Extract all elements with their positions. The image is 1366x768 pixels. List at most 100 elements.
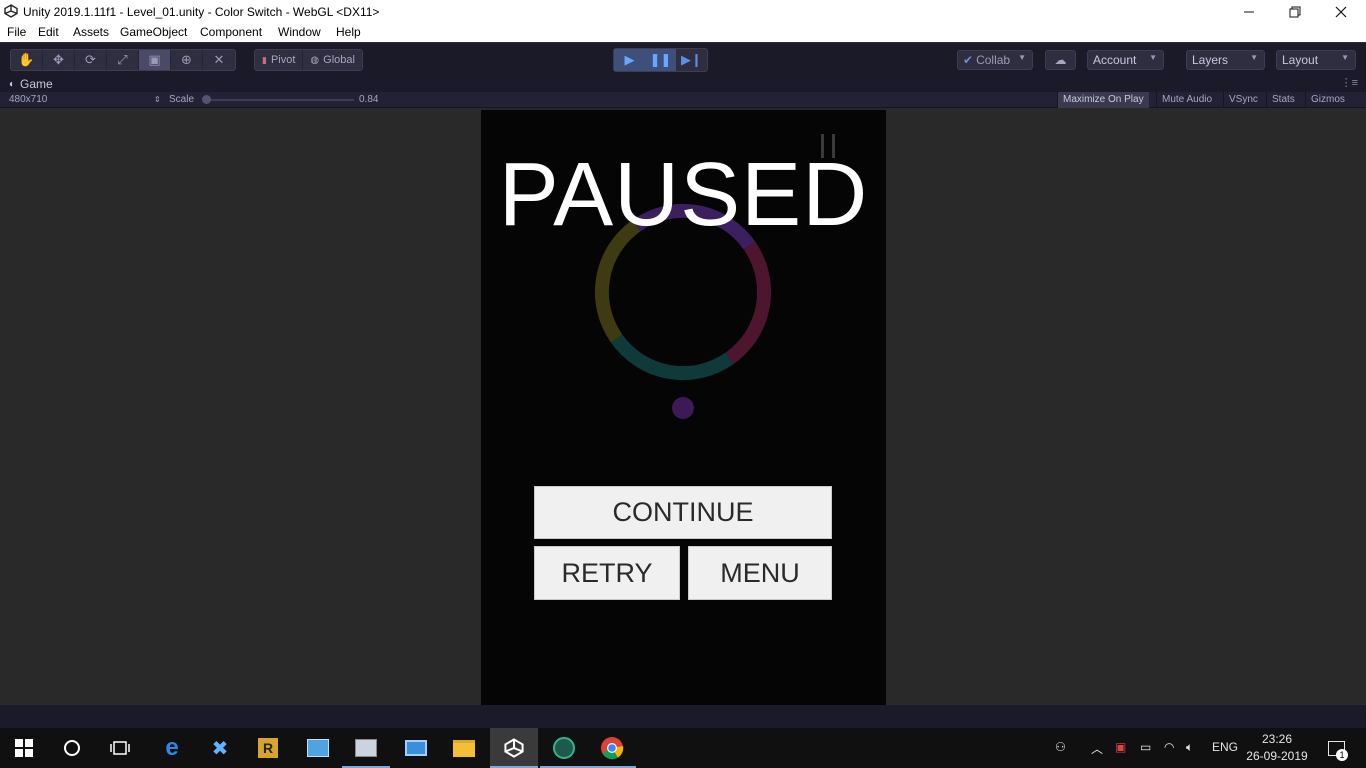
menu-button[interactable]: MENU	[688, 546, 832, 600]
rotate-icon: ⟳	[85, 52, 96, 67]
main-toolbar: ✋ ✥ ⟳ ⤢ ▣ ⊕ ✕ ▮ Pivot ◍ Global ▶ ❚❚ ▶❙ ✔ C…	[0, 42, 1366, 76]
chevron-down-icon: ▼	[1149, 53, 1157, 62]
search-button[interactable]	[48, 728, 96, 768]
continue-button[interactable]: CONTINUE	[534, 486, 832, 539]
scale-slider-track[interactable]	[204, 99, 354, 101]
transform-icon: ⊕	[181, 52, 192, 67]
close-button[interactable]	[1318, 0, 1364, 23]
cloud-button[interactable]: ☁	[1045, 50, 1076, 70]
account-dropdown[interactable]: Account ▼	[1087, 50, 1164, 70]
taskbar-photos[interactable]	[342, 728, 390, 768]
app-r-icon: R	[258, 738, 278, 758]
tab-menu-icon[interactable]: ⋮≡	[1341, 76, 1358, 89]
taskbar-control-panel[interactable]	[294, 728, 342, 768]
people-icon[interactable]: ⚇	[1055, 740, 1066, 754]
custom-tool-button[interactable]: ✕	[203, 50, 235, 70]
game-canvas[interactable]: PAUSED CONTINUE RETRY MENU	[481, 110, 886, 705]
stats-toggle[interactable]: Stats	[1266, 92, 1300, 108]
clock-time: 23:26	[1261, 732, 1293, 746]
scale-tool-button[interactable]: ⤢	[107, 50, 139, 70]
taskbar-tools[interactable]: ✖	[196, 728, 244, 768]
taskbar-file-explorer[interactable]	[440, 728, 488, 768]
restore-button[interactable]	[1272, 0, 1318, 23]
move-tool-button[interactable]: ✥	[43, 50, 75, 70]
task-view-icon	[110, 741, 130, 755]
vsync-toggle[interactable]: VSync	[1223, 92, 1263, 108]
pivot-button[interactable]: ▮ Pivot	[255, 50, 304, 70]
scale-icon: ⤢	[117, 52, 128, 67]
menu-file[interactable]: File	[7, 25, 26, 39]
layers-dropdown[interactable]: Layers ▼	[1186, 50, 1265, 70]
taskbar-app-r[interactable]: R	[244, 728, 292, 768]
unity-logo-icon	[4, 4, 18, 18]
menu-bar: File Edit Assets GameObject Component Wi…	[0, 23, 1366, 42]
resolution-arrows-icon: ⇕	[154, 95, 161, 104]
rotate-tool-button[interactable]: ⟳	[75, 50, 107, 70]
taskbar-chrome[interactable]	[588, 728, 636, 768]
step-icon: ▶❙	[681, 52, 702, 67]
transform-tool-button[interactable]: ⊕	[171, 50, 203, 70]
menu-gameobject[interactable]: GameObject	[120, 25, 187, 39]
global-label: Global	[323, 54, 355, 66]
tools-icon: ✖	[211, 737, 229, 760]
retry-button[interactable]: RETRY	[534, 546, 680, 600]
control-panel-icon	[307, 739, 329, 757]
start-button[interactable]	[0, 728, 48, 768]
action-center-button[interactable]: 1	[1314, 728, 1358, 768]
chevron-down-icon: ▼	[1341, 53, 1349, 62]
antivirus-icon[interactable]: ▣	[1115, 740, 1126, 754]
taskbar-edge[interactable]: e	[148, 728, 196, 768]
hand-tool-button[interactable]: ✋	[11, 50, 43, 70]
battery-icon[interactable]: ▭	[1140, 740, 1151, 754]
pause-button[interactable]: ❚❚	[645, 49, 676, 71]
layers-label: Layers	[1192, 53, 1229, 67]
taskbar-gitkraken[interactable]	[540, 728, 588, 768]
gizmos-dropdown[interactable]: Gizmos	[1305, 92, 1350, 108]
window-title: Unity 2019.1.11f1 - Level_01.unity - Col…	[23, 5, 380, 19]
scale-value: 0.84	[359, 94, 379, 105]
volume-icon[interactable]: 🔈︎	[1186, 740, 1193, 755]
mute-audio-toggle[interactable]: Mute Audio	[1156, 92, 1217, 108]
ring-arc-teal	[610, 334, 734, 381]
maximize-on-play-toggle[interactable]: Maximize On Play	[1057, 92, 1149, 108]
play-button[interactable]: ▶	[614, 49, 645, 71]
taskbar-this-pc[interactable]	[392, 728, 440, 768]
task-view-button[interactable]	[96, 728, 144, 768]
tab-game[interactable]: ◐ Game	[9, 77, 53, 91]
play-controls: ▶ ❚❚ ▶❙	[613, 48, 708, 72]
rect-tool-button[interactable]: ▣	[139, 50, 171, 70]
menu-window[interactable]: Window	[278, 25, 321, 39]
globe-icon: ◍	[310, 54, 320, 66]
taskbar-unity[interactable]	[490, 728, 538, 768]
wifi-icon[interactable]: ◠	[1164, 740, 1174, 754]
scale-slider-handle[interactable]	[202, 95, 211, 104]
window-title-bar: Unity 2019.1.11f1 - Level_01.unity - Col…	[0, 0, 1366, 23]
clock[interactable]: 23:26 26-09-2019	[1246, 731, 1308, 765]
minimize-button[interactable]	[1226, 0, 1272, 23]
notification-count: 1	[1336, 749, 1348, 761]
global-button[interactable]: ◍ Global	[303, 50, 362, 70]
custom-tool-icon: ✕	[213, 52, 225, 67]
menu-component[interactable]: Component	[200, 25, 262, 39]
unity-icon	[504, 738, 524, 758]
step-button[interactable]: ▶❙	[676, 49, 707, 71]
collab-dropdown[interactable]: ✔ Collab ▼	[957, 50, 1033, 70]
chevron-up-icon[interactable]: ︿	[1091, 740, 1103, 757]
game-tab-header: ◐ Game ⋮≡	[0, 76, 1366, 92]
resolution-dropdown[interactable]: 480x710	[9, 94, 47, 105]
restore-icon	[1289, 6, 1301, 17]
transform-tools: ✋ ✥ ⟳ ⤢ ▣ ⊕ ✕	[10, 49, 236, 71]
close-icon	[1335, 6, 1347, 17]
layout-dropdown[interactable]: Layout ▼	[1276, 50, 1356, 70]
color-switch-ball	[672, 397, 694, 419]
windows-taskbar: e ✖ R ⚇ ︿ ▣ ▭ ◠ 🔈︎ ENG 23:26 26-09-2019	[0, 728, 1366, 768]
pivot-toggles: ▮ Pivot ◍ Global	[254, 49, 363, 71]
language-indicator[interactable]: ENG	[1212, 740, 1238, 754]
menu-assets[interactable]: Assets	[73, 25, 109, 39]
menu-help[interactable]: Help	[336, 25, 361, 39]
check-icon: ✔	[963, 53, 974, 67]
layout-label: Layout	[1282, 53, 1319, 67]
game-controller-icon: ◐	[9, 78, 16, 90]
ring-arc-pink	[725, 241, 772, 365]
menu-edit[interactable]: Edit	[38, 25, 59, 39]
